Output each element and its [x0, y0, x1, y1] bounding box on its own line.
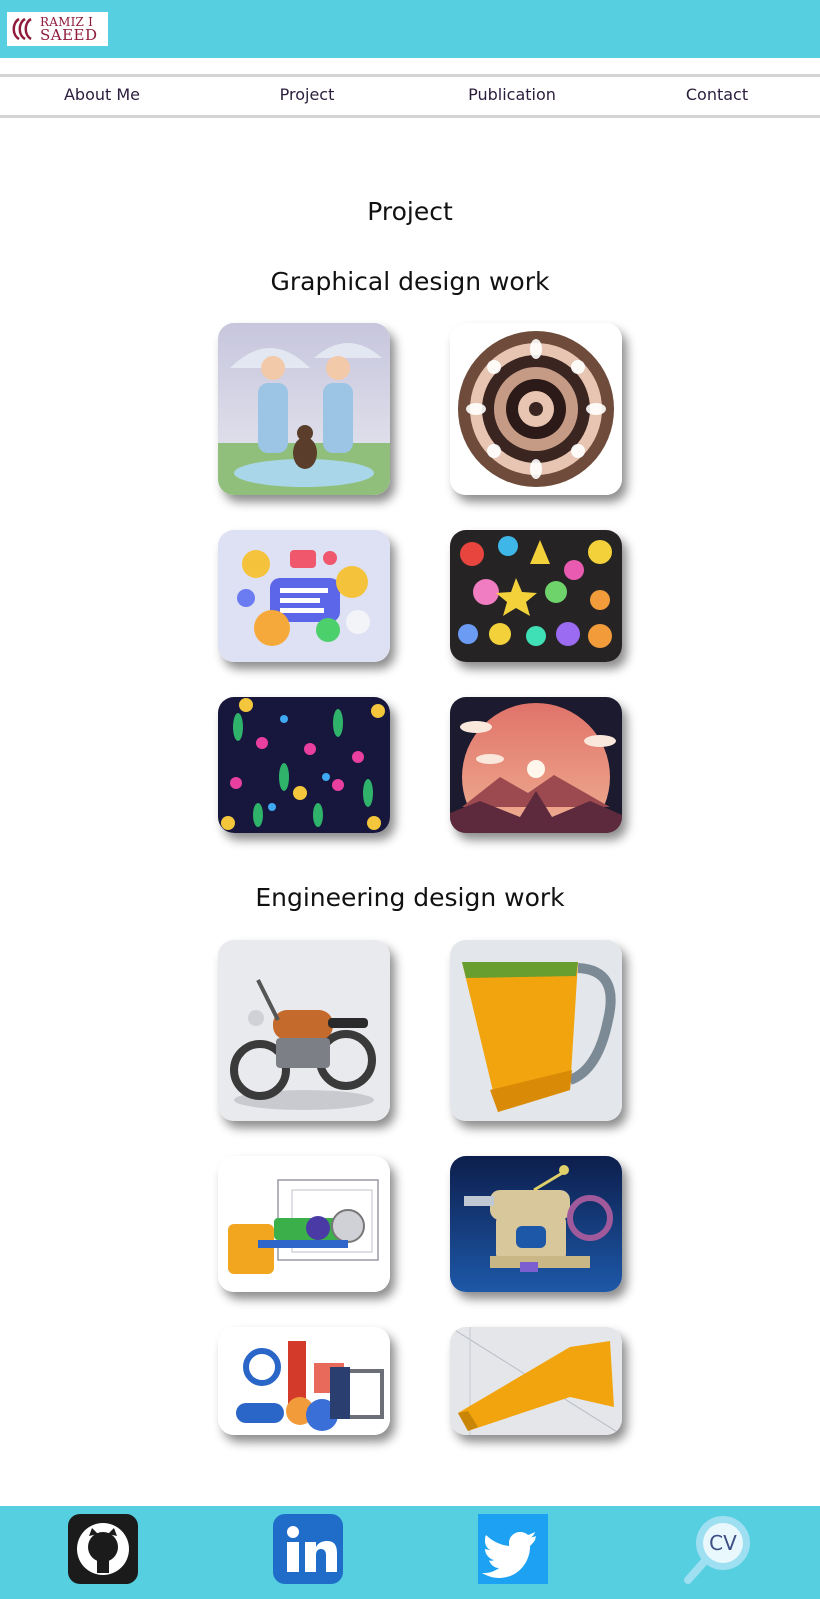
nav-publication[interactable]: Publication	[468, 85, 556, 104]
graphic-tile-sunset[interactable]	[450, 697, 622, 833]
cv-link[interactable]: CV	[680, 1510, 758, 1588]
cv-search-icon: CV	[684, 1516, 750, 1584]
nav-about-me[interactable]: About Me	[64, 85, 140, 104]
graphic-tile-emoji-chat[interactable]	[218, 530, 390, 662]
graphic-tile-rainy-kids[interactable]	[218, 323, 390, 495]
engineering-tile-motorcycle[interactable]	[218, 940, 390, 1121]
logo-line2: SAEED	[40, 26, 98, 44]
twitter-icon	[482, 1532, 536, 1578]
logo-mark-icon	[12, 17, 32, 41]
linkedin-icon	[287, 1526, 337, 1572]
engineering-tile-parts[interactable]	[218, 1327, 390, 1435]
github-icon	[77, 1523, 129, 1575]
section-title-engineering: Engineering design work	[255, 883, 565, 912]
nav-contact[interactable]: Contact	[686, 85, 748, 104]
site-logo[interactable]: RAMIZ I SAEED	[7, 12, 108, 46]
logo-text: RAMIZ I SAEED	[40, 16, 98, 44]
top-bar: RAMIZ I SAEED	[0, 0, 820, 58]
graphic-tile-mandala[interactable]	[450, 323, 622, 495]
twitter-link[interactable]	[478, 1514, 548, 1584]
engineering-tile-lathe[interactable]	[450, 1156, 622, 1292]
footer: CV	[0, 1506, 820, 1599]
engineering-tile-horn-cad[interactable]	[450, 1327, 622, 1435]
page-title: Project	[367, 197, 453, 226]
linkedin-link[interactable]	[273, 1514, 343, 1584]
section-title-graphical: Graphical design work	[270, 267, 550, 296]
engineering-tile-gearbox[interactable]	[218, 1156, 390, 1292]
cv-label: CV	[709, 1531, 737, 1555]
main-nav: About Me Project Publication Contact	[0, 74, 820, 118]
engineering-tile-mug-cad[interactable]	[450, 940, 622, 1121]
graphic-tile-floral-pattern[interactable]	[218, 697, 390, 833]
graphic-tile-stickers[interactable]	[450, 530, 622, 662]
github-link[interactable]	[68, 1514, 138, 1584]
nav-project[interactable]: Project	[280, 85, 335, 104]
